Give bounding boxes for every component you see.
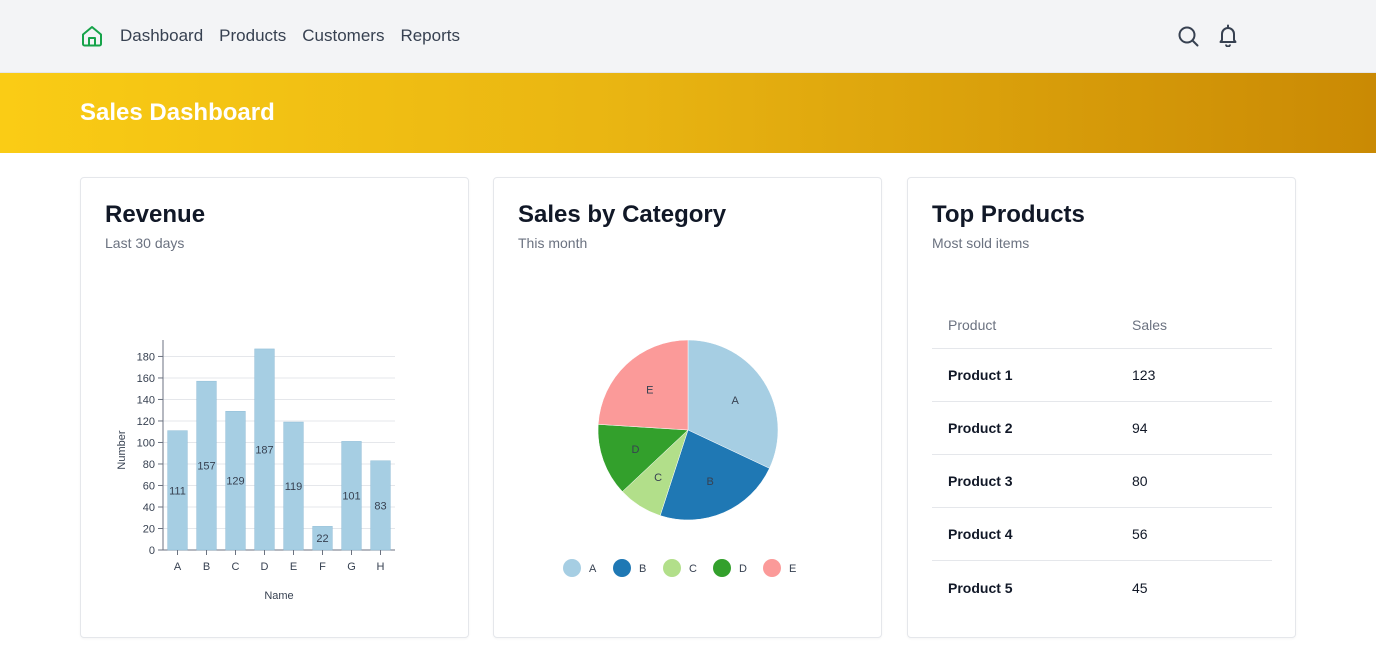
bar-value-label: 101	[342, 491, 360, 503]
product-name: Product 2	[948, 420, 1013, 436]
product-sales: 56	[1132, 526, 1148, 542]
pie-slice-label: A	[731, 395, 739, 407]
product-sales: 80	[1132, 473, 1148, 489]
pie-slice-label: B	[706, 476, 713, 488]
hero-banner: Sales Dashboard	[0, 73, 1376, 153]
legend-swatch	[663, 559, 681, 577]
category-card: Sales by Category This month ABCDEABCDE	[493, 177, 882, 638]
y-tick-label: 160	[137, 373, 155, 385]
top-products-card: Top Products Most sold items Product Sal…	[907, 177, 1296, 638]
x-tick-label: A	[174, 561, 182, 573]
x-axis-label: Name	[264, 590, 293, 602]
nav-link-reports[interactable]: Reports	[400, 26, 460, 46]
y-tick-label: 60	[143, 480, 155, 492]
bar-value-label: 119	[285, 481, 303, 493]
bell-icon[interactable]	[1216, 23, 1240, 47]
y-tick-label: 20	[143, 523, 155, 535]
y-axis-label: Number	[116, 430, 128, 469]
bar-value-label: 111	[169, 485, 186, 497]
table-row: Product 2 94	[932, 402, 1272, 455]
bar-value-label: 187	[255, 444, 273, 456]
column-header-sales: Sales	[1132, 317, 1168, 333]
top-products-table: Product Sales Product 1 123 Product 2 94…	[932, 302, 1272, 614]
y-tick-label: 180	[137, 351, 155, 363]
table-header: Product Sales	[932, 302, 1272, 349]
product-sales: 94	[1132, 420, 1148, 436]
nav-link-customers[interactable]: Customers	[302, 26, 384, 46]
home-icon[interactable]	[80, 24, 104, 48]
product-name: Product 1	[948, 367, 1013, 383]
y-tick-label: 120	[137, 416, 155, 428]
table-row: Product 4 56	[932, 508, 1272, 561]
top-navbar: Dashboard Products Customers Reports	[0, 0, 1376, 73]
pie-slice-label: E	[646, 384, 653, 396]
category-pie-chart: A B C D E A B C D E	[563, 339, 796, 577]
revenue-card: Revenue Last 30 days 0 20 40 60 80 100 120 140 1…	[80, 177, 469, 638]
y-tick-label: 100	[137, 437, 155, 449]
product-sales: 45	[1132, 579, 1148, 596]
legend-label: D	[739, 563, 747, 575]
x-tick-label: B	[203, 561, 210, 573]
column-header-product: Product	[948, 317, 997, 333]
product-name: Product 3	[948, 473, 1013, 489]
pie-slice-label: C	[654, 472, 662, 484]
y-tick-label: 140	[137, 394, 155, 406]
product-sales: 123	[1132, 367, 1156, 383]
bar-value-label: 83	[374, 500, 386, 512]
pie-slice	[597, 339, 689, 431]
bar-value-label: 22	[316, 533, 328, 545]
bar-value-label: 157	[197, 461, 215, 473]
nav-links: Dashboard Products Customers Reports	[120, 26, 460, 46]
x-tick-label: D	[261, 561, 269, 573]
x-tick-label: F	[319, 561, 326, 573]
table-row: Product 5 45	[932, 561, 1272, 614]
table-row: Product 3 80	[932, 455, 1272, 508]
product-name: Product 4	[948, 526, 1013, 542]
bar-value-label: 129	[226, 476, 244, 488]
product-name: Product 5	[948, 579, 1013, 596]
x-tick-label: C	[232, 561, 240, 573]
legend-label: A	[589, 563, 597, 575]
top-products-card-title: Top Products	[932, 201, 1085, 228]
legend-swatch	[713, 559, 731, 577]
legend-swatch	[763, 559, 781, 577]
legend-swatch	[613, 559, 631, 577]
nav-link-products[interactable]: Products	[219, 26, 286, 46]
y-tick-label: 80	[143, 459, 155, 471]
x-tick-label: E	[290, 561, 297, 573]
legend-label: B	[639, 563, 646, 575]
legend-label: E	[789, 563, 796, 575]
table-row: Product 1 123	[932, 349, 1272, 402]
x-tick-label: H	[377, 561, 385, 573]
pie-slice-label: D	[632, 444, 640, 456]
x-tick-label: G	[347, 561, 356, 573]
nav-link-dashboard[interactable]: Dashboard	[120, 26, 203, 46]
y-tick-label: 40	[143, 502, 155, 514]
legend-label: C	[689, 563, 697, 575]
top-products-card-subtitle: Most sold items	[932, 235, 1030, 251]
search-icon[interactable]	[1176, 24, 1200, 48]
revenue-bar-chart: 0 20 40 60 80 100 120 140 160 180 111 A 157 B 129 C 187 D…	[116, 340, 395, 602]
page-title: Sales Dashboard	[80, 99, 275, 126]
y-tick-label: 0	[149, 545, 155, 557]
legend-swatch	[563, 559, 581, 577]
